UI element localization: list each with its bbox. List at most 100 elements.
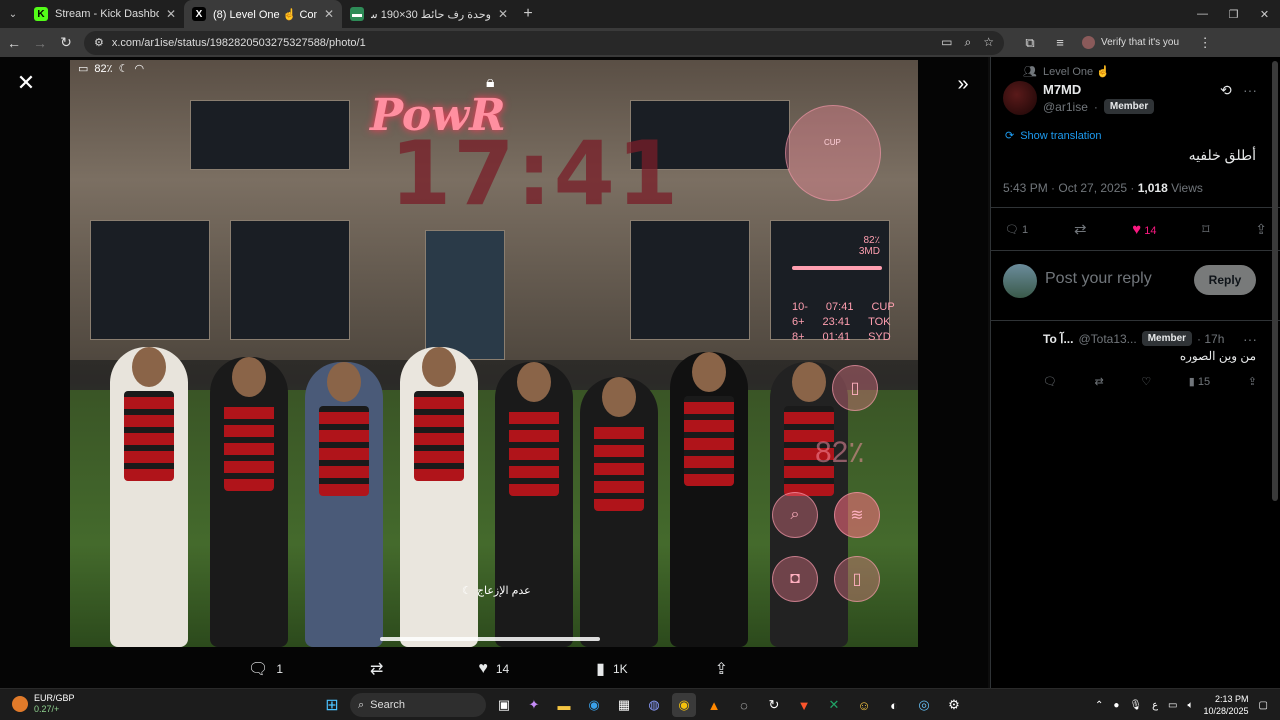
- close-tab-icon[interactable]: ✕: [166, 7, 176, 21]
- tweet-meta: 5:43 PM · Oct 27, 2025 · 1,018 Views: [1003, 181, 1203, 195]
- system-clock[interactable]: 2:13 PM 10/28/2025: [1204, 693, 1249, 717]
- expand-icon[interactable]: »: [950, 71, 976, 97]
- network-icon[interactable]: ▭: [1168, 700, 1177, 711]
- share-action[interactable]: ⇪: [715, 659, 728, 679]
- close-tab-icon[interactable]: ✕: [498, 7, 508, 21]
- url-text[interactable]: x.com/ar1ise/status/1982820503275327588/…: [112, 37, 933, 49]
- tweet-timestamp[interactable]: 5:43 PM · Oct 27, 2025 ·: [1003, 181, 1138, 195]
- reply-repost-icon[interactable]: ⇄: [1095, 375, 1104, 388]
- close-icon[interactable]: ✕: [14, 70, 38, 95]
- media-app-icon[interactable]: ◐: [882, 693, 906, 717]
- windows-start-icon[interactable]: ⊞: [320, 693, 344, 717]
- search-icon: ⌕: [358, 698, 365, 711]
- extensions-icon[interactable]: ⧉: [1018, 35, 1042, 51]
- tray-app-icon[interactable]: ●: [1113, 700, 1119, 711]
- discord-icon[interactable]: ◍: [642, 693, 666, 717]
- reply-author-name[interactable]: To آ...: [1043, 332, 1073, 346]
- reply-views[interactable]: ▮ 15: [1189, 375, 1210, 388]
- chrome-icon[interactable]: ◉: [672, 693, 696, 717]
- avatar[interactable]: [1003, 81, 1037, 115]
- reply-input[interactable]: Post your reply: [1045, 270, 1152, 288]
- share-button[interactable]: ⇪: [1255, 221, 1267, 238]
- photo-viewer: ✕ » ▭ 82٪ ☾ ◠ 🔒︎ PowR 17:41 CUP 82٪ 3MD …: [0, 57, 988, 688]
- vlc-icon[interactable]: ▲: [702, 693, 726, 717]
- tweet-photo[interactable]: ▭ 82٪ ☾ ◠ 🔒︎ PowR 17:41 CUP 82٪ 3MD 10- 0…: [70, 60, 918, 647]
- reply-heart-icon[interactable]: ♡: [1141, 375, 1151, 388]
- tab-shelf-product[interactable]: ▬ وحدة رف حائط 30×190 سم لون ✕: [342, 0, 516, 28]
- microphone-icon[interactable]: 🎙︎: [1129, 700, 1142, 711]
- edge-icon[interactable]: ◉: [582, 693, 606, 717]
- person: [305, 362, 383, 647]
- taskbar-search[interactable]: ⌕ Search: [350, 693, 486, 717]
- volume-icon[interactable]: 🔈︎: [1188, 700, 1194, 711]
- copilot-icon[interactable]: ✦: [522, 693, 546, 717]
- file-explorer-icon[interactable]: ▬: [552, 693, 576, 717]
- author-display-name[interactable]: M7MD: [1043, 82, 1081, 97]
- tab-x-community[interactable]: X (8) Level One ☝️ Community / X ✕: [184, 0, 342, 28]
- scrollbar[interactable]: [1272, 61, 1278, 501]
- reply-share-icon[interactable]: ⇪: [1248, 375, 1257, 388]
- x-logo-icon: X: [192, 7, 206, 21]
- views-action[interactable]: ▮ 1K: [596, 659, 628, 679]
- settings-icon[interactable]: ⚙: [942, 693, 966, 717]
- app-icon[interactable]: ↻: [762, 693, 786, 717]
- reply-submit-button[interactable]: Reply: [1194, 265, 1256, 295]
- close-window-icon[interactable]: ✕: [1249, 0, 1280, 28]
- reply-reply-icon[interactable]: 🗨︎: [1043, 375, 1057, 388]
- profile-avatar: [1082, 36, 1095, 49]
- close-tab-icon[interactable]: ✕: [324, 7, 334, 21]
- more-options-icon[interactable]: ···: [1243, 82, 1257, 98]
- divider: [991, 320, 1280, 321]
- reply-more-icon[interactable]: ···: [1243, 331, 1257, 347]
- bookmark-star-icon[interactable]: ☆: [983, 35, 994, 50]
- messenger-icon[interactable]: ☺: [852, 693, 876, 717]
- tweet-stats-bar: 🗨︎ 1 ⇄ ♥ 14 ⌑ ⇪: [1005, 220, 1267, 239]
- reply-action[interactable]: 🗨︎ 1: [248, 659, 283, 679]
- clock-time: 2:13 PM: [1215, 694, 1249, 704]
- back-icon[interactable]: ←: [2, 31, 26, 55]
- taskbar-widget[interactable]: EUR/GBP 0.27/+: [12, 693, 75, 715]
- share-icon: ⇪: [714, 661, 728, 678]
- reply-time[interactable]: · 17h: [1197, 332, 1224, 346]
- community-label[interactable]: 👥︎ Level One ☝️: [1023, 65, 1110, 78]
- obs-icon[interactable]: ◌: [732, 693, 756, 717]
- task-view-icon[interactable]: ▣: [492, 693, 516, 717]
- new-tab-button[interactable]: +: [516, 2, 540, 26]
- reload-icon[interactable]: ↻: [54, 31, 78, 55]
- media-icon[interactable]: ≡: [1048, 35, 1072, 50]
- restore-icon[interactable]: ❐: [1218, 0, 1249, 28]
- person: [110, 347, 188, 647]
- battery-icon: ▭: [78, 63, 89, 75]
- cast-icon[interactable]: ▭: [941, 35, 952, 50]
- tab-search-icon[interactable]: ⌄: [0, 0, 26, 28]
- search-circle-icon: ⌕: [772, 492, 818, 538]
- browser-menu-icon[interactable]: ⋮: [1193, 35, 1217, 51]
- excel-icon[interactable]: ✕: [822, 693, 846, 717]
- reply-author-handle[interactable]: @Tota13...: [1078, 332, 1136, 346]
- profile-button[interactable]: Verify that it's you: [1082, 36, 1179, 49]
- steam-icon[interactable]: ◎: [912, 693, 936, 717]
- repost-button[interactable]: ⇄: [1074, 220, 1087, 238]
- clock-label: CUP: [824, 138, 841, 147]
- like-action[interactable]: ♥ 14: [478, 660, 509, 678]
- url-bar[interactable]: ⚙ x.com/ar1ise/status/198282050327532758…: [84, 30, 1004, 55]
- minimize-icon[interactable]: —: [1187, 0, 1218, 28]
- bookmark-button[interactable]: ⌑: [1202, 221, 1209, 238]
- tab-kick-dashboard[interactable]: K Stream - Kick Dashboard ✕: [26, 0, 184, 28]
- store-icon[interactable]: ▦: [612, 693, 636, 717]
- show-translation-link[interactable]: ⟳ Show translation: [1005, 129, 1102, 143]
- notification-icon[interactable]: ▢: [1259, 700, 1268, 711]
- bookmark-icon: ⌑: [1202, 220, 1210, 237]
- forward-icon[interactable]: →: [28, 31, 52, 55]
- repost-action[interactable]: ⇄: [370, 659, 391, 679]
- site-info-icon[interactable]: ⚙: [94, 36, 104, 49]
- like-button[interactable]: ♥ 14: [1132, 221, 1156, 238]
- zoom-icon[interactable]: ⌕: [965, 35, 972, 50]
- chevron-up-icon[interactable]: ⌃: [1095, 700, 1103, 711]
- brave-icon[interactable]: ▼: [792, 693, 816, 717]
- reply-button[interactable]: 🗨︎ 1: [1005, 223, 1028, 236]
- author-handle[interactable]: @ar1ise: [1043, 100, 1088, 114]
- grok-icon[interactable]: ⟲: [1220, 82, 1232, 99]
- language-indicator[interactable]: ع: [1152, 700, 1158, 711]
- repost-icon: ⇄: [369, 661, 384, 678]
